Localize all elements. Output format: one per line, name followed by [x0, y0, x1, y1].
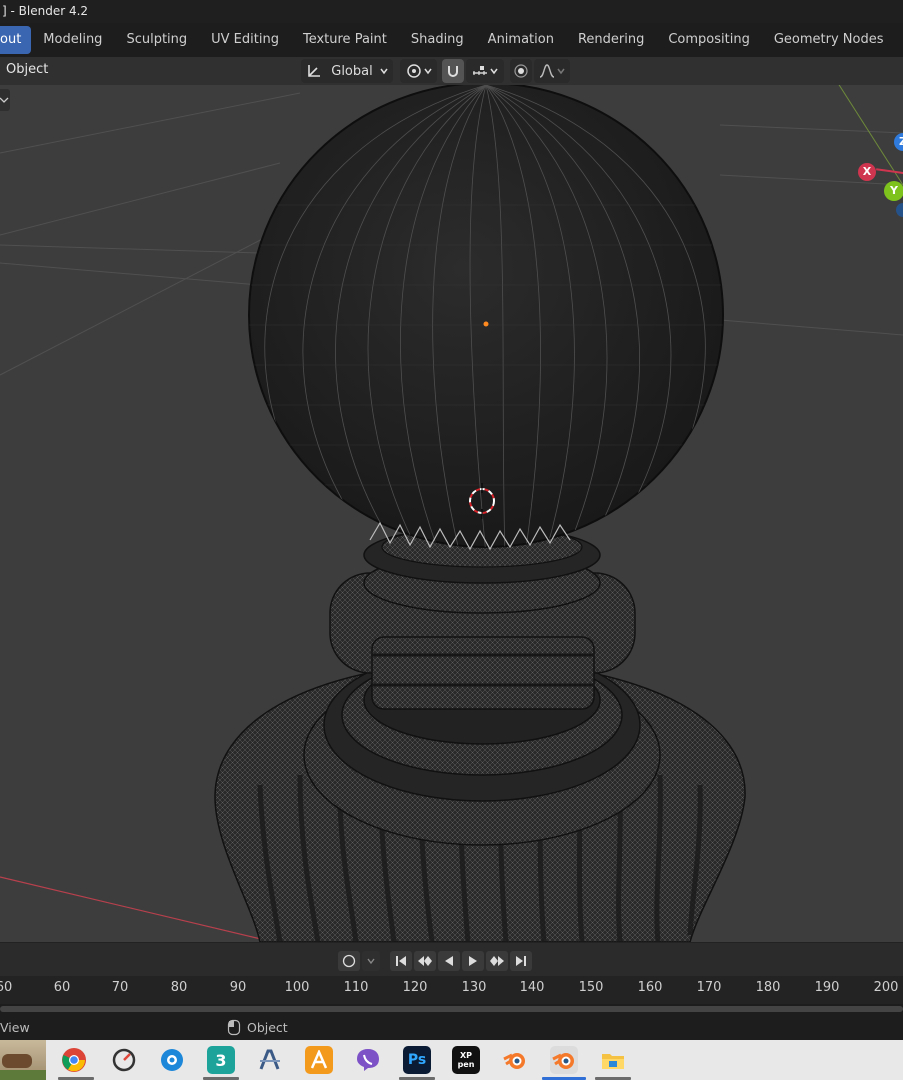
chevron-down-icon: [367, 958, 375, 965]
ruler-label: 160: [637, 980, 663, 995]
ruler-label: 90: [229, 980, 247, 995]
ruler-label: 70: [111, 980, 129, 995]
ruler-label: 170: [696, 980, 722, 995]
gizmo-y-ball[interactable]: Y: [884, 181, 903, 201]
status-object-label: Object: [247, 1020, 288, 1035]
ruler-label: 60: [0, 980, 13, 995]
transform-orientation-dropdown[interactable]: Global: [301, 59, 393, 83]
blender-icon[interactable]: [501, 1046, 529, 1074]
workspace-tabs: out Modeling Sculpting UV Editing Textur…: [0, 23, 903, 57]
snap-increment-icon: [473, 66, 487, 75]
play-reverse-icon: [445, 956, 453, 966]
jump-end-icon: [516, 956, 526, 966]
mesh-collar: [329, 526, 636, 710]
proportional-editing-icon: [514, 64, 528, 78]
chevron-down-icon: [490, 68, 498, 75]
drafting-app-icon[interactable]: [256, 1046, 284, 1074]
viewport-canvas: [0, 85, 903, 942]
blender-active-icon[interactable]: [550, 1046, 578, 1074]
tab-geometry-nodes[interactable]: Geometry Nodes: [762, 26, 896, 54]
ruler-label: 200: [873, 980, 899, 995]
chrome-icon[interactable]: [60, 1046, 88, 1074]
orientation-label: Global: [331, 63, 373, 79]
jump-to-start-button[interactable]: [390, 951, 412, 971]
pivot-point-dropdown[interactable]: [400, 59, 437, 83]
snap-target-dropdown[interactable]: [466, 59, 504, 83]
timeline-scrollbar[interactable]: [0, 1004, 903, 1014]
ruler-label: 180: [755, 980, 781, 995]
object-origin: [483, 321, 489, 327]
jump-to-end-button[interactable]: [510, 951, 532, 971]
tab-uv-editing[interactable]: UV Editing: [199, 26, 291, 54]
prev-keyframe-button[interactable]: [414, 951, 436, 971]
proportional-editing-toggle[interactable]: [510, 59, 532, 83]
ruler-label: 150: [578, 980, 604, 995]
gizmo-x-line: [876, 168, 903, 176]
xp-pen-icon[interactable]: XP pen: [452, 1046, 480, 1074]
tab-animation[interactable]: Animation: [476, 26, 566, 54]
jump-start-icon: [396, 956, 406, 966]
tab-compositing[interactable]: Compositing: [656, 26, 762, 54]
tab-scripting[interactable]: Sc: [896, 26, 903, 54]
status-bar: View Object: [0, 1014, 903, 1040]
gizmo-x-ball[interactable]: X: [858, 163, 876, 181]
chevron-down-icon: [557, 68, 565, 75]
proportional-falloff-dropdown[interactable]: [534, 59, 570, 83]
prev-keyframe-icon: [418, 956, 432, 966]
photoshop-icon[interactable]: Ps: [403, 1046, 431, 1074]
keying-dropdown[interactable]: [362, 951, 380, 971]
navigation-gizmo[interactable]: Z X Y: [850, 125, 903, 225]
play-button[interactable]: [462, 951, 484, 971]
mouse-icon: [227, 1019, 241, 1036]
gauge-app-icon[interactable]: [110, 1046, 138, 1074]
tab-rendering[interactable]: Rendering: [566, 26, 656, 54]
file-explorer-icon[interactable]: [599, 1046, 627, 1074]
frame-ruler[interactable]: 60 60 70 80 90 100 110 120 130 140 150 1…: [0, 976, 903, 1004]
wallpaper-thumbnail: [0, 1040, 46, 1080]
tab-layout[interactable]: out: [0, 26, 32, 54]
status-view-label: View: [0, 1020, 30, 1035]
ruler-label: 130: [461, 980, 487, 995]
ruler-label: 60: [53, 980, 71, 995]
next-keyframe-button[interactable]: [486, 951, 508, 971]
viber-icon[interactable]: [354, 1046, 382, 1074]
ruler-label: 120: [402, 980, 428, 995]
x-axis-line: [0, 876, 266, 941]
chevron-down-icon: [380, 68, 388, 75]
aimp-icon[interactable]: [305, 1046, 333, 1074]
keyframe-mode-toggle[interactable]: [338, 951, 360, 971]
snap-toggle[interactable]: [442, 59, 464, 83]
magnet-icon: [448, 66, 458, 77]
pivot-icon: [406, 64, 421, 78]
gizmo-z-ball[interactable]: Z: [894, 133, 903, 151]
object-menu[interactable]: Object: [6, 62, 48, 77]
3ds-max-icon[interactable]: 3: [207, 1046, 235, 1074]
next-keyframe-icon: [490, 956, 504, 966]
title-bar: ] - Blender 4.2: [0, 0, 903, 23]
scrollbar-thumb[interactable]: [0, 1006, 903, 1012]
ruler-label: 110: [343, 980, 369, 995]
chevron-down-icon: [423, 68, 432, 75]
tab-sculpting[interactable]: Sculpting: [114, 26, 199, 54]
viewport-header: Object Global: [0, 57, 903, 85]
ruler-label: 140: [519, 980, 545, 995]
tab-texture-paint[interactable]: Texture Paint: [291, 26, 399, 54]
record-circle-icon: [342, 954, 356, 968]
ruler-label: 190: [814, 980, 840, 995]
orientation-axes-icon: [308, 65, 321, 77]
ruler-label: 100: [284, 980, 310, 995]
mesh-ribbed-sphere: [248, 85, 724, 551]
3d-viewport[interactable]: Z X Y: [0, 85, 903, 942]
settings-app-icon[interactable]: [158, 1046, 186, 1074]
play-icon: [469, 956, 477, 966]
window-title: ] - Blender 4.2: [2, 4, 89, 18]
timeline-header: [0, 942, 903, 977]
tab-modeling[interactable]: Modeling: [31, 26, 114, 54]
tab-shading[interactable]: Shading: [399, 26, 476, 54]
taskbar: 3 Ps XP pen: [0, 1040, 903, 1080]
falloff-curve-icon: [539, 64, 555, 78]
ruler-label: 80: [170, 980, 188, 995]
gizmo-neg-z-ball[interactable]: [896, 203, 903, 217]
play-reverse-button[interactable]: [438, 951, 460, 971]
